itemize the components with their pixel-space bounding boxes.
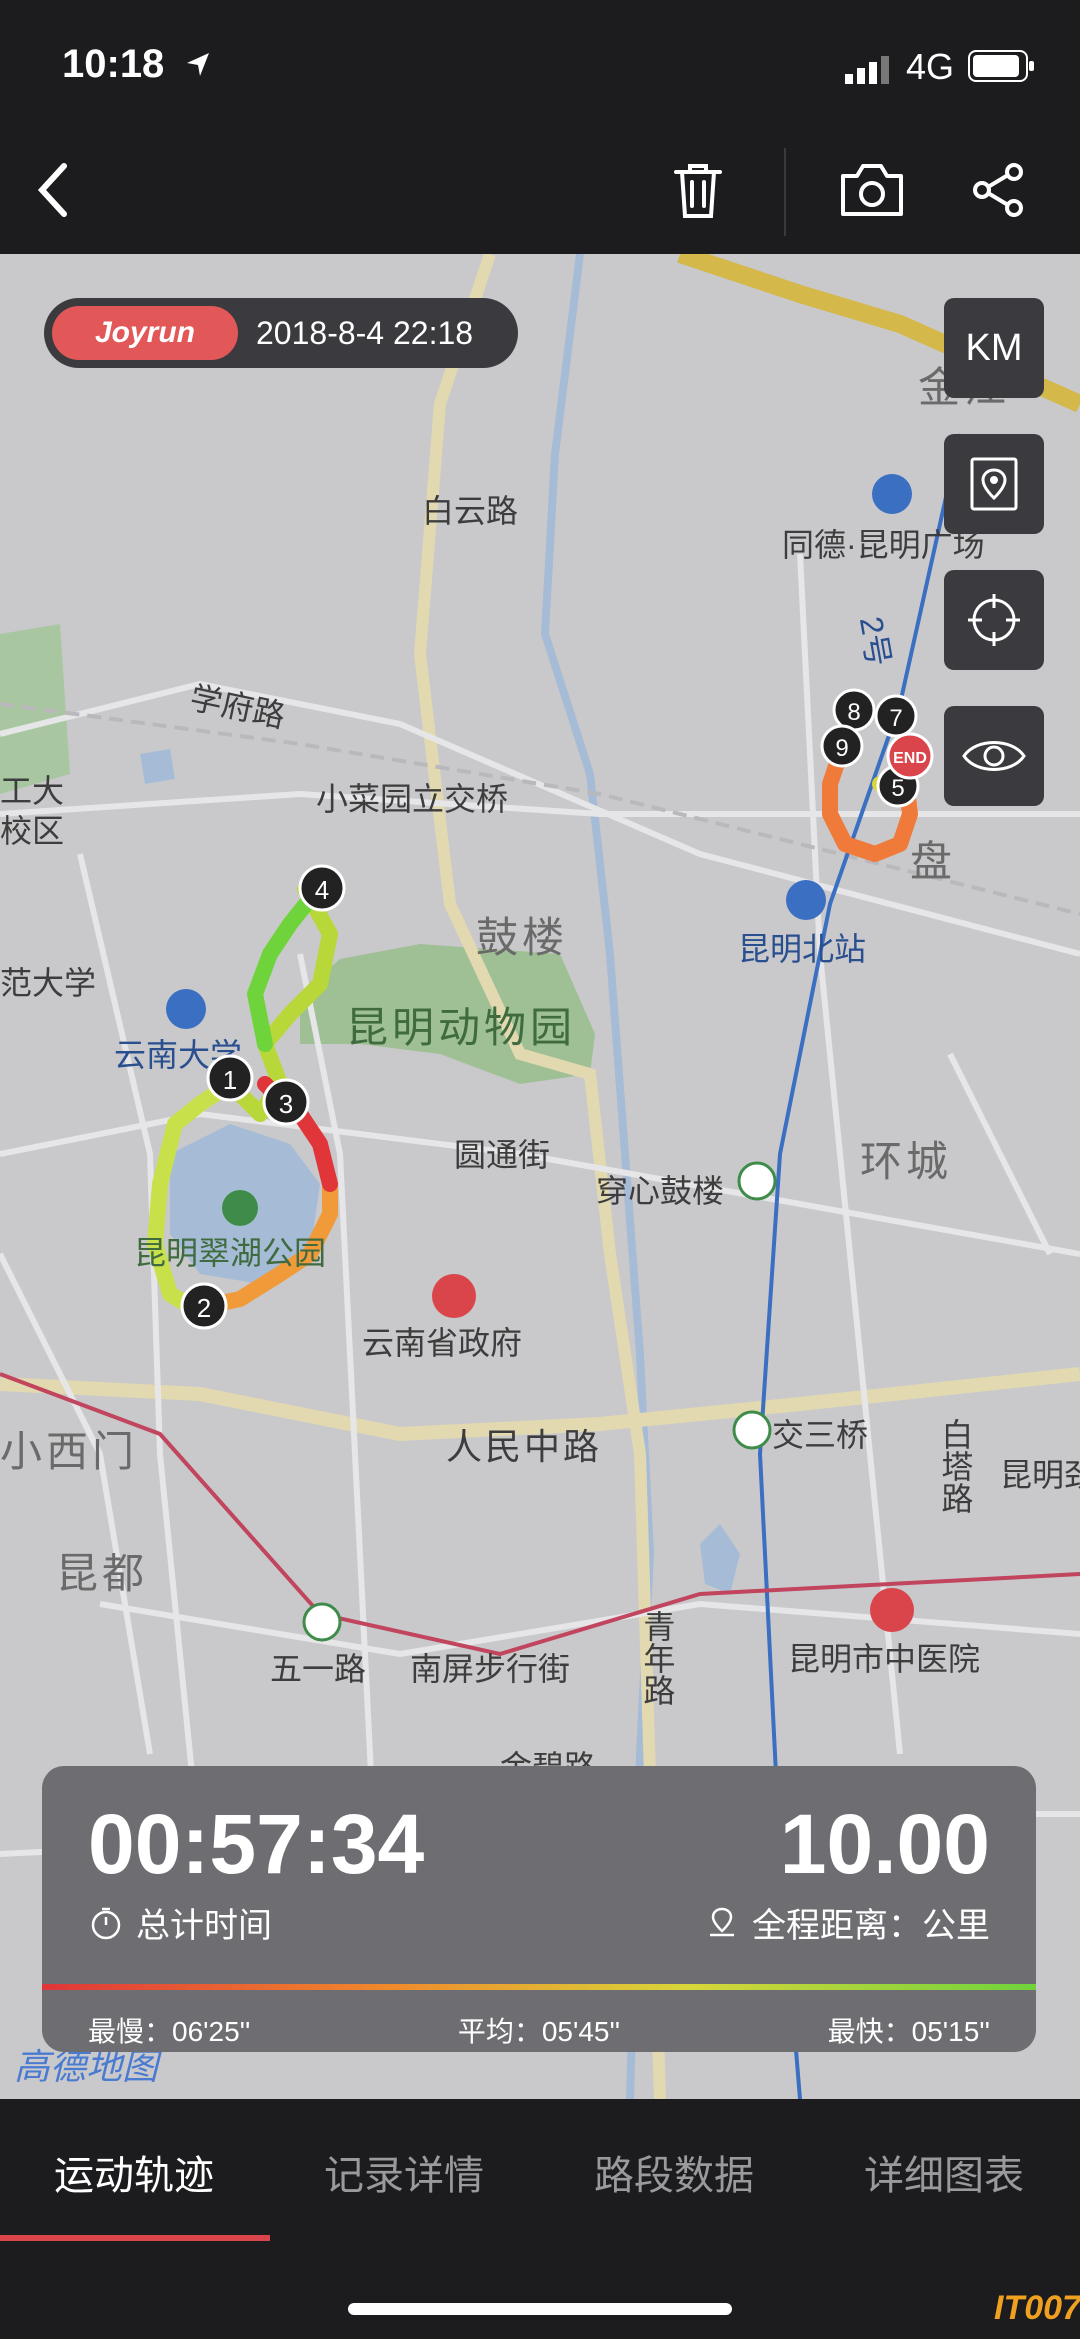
run-datetime: 2018-8-4 22:18 (256, 314, 474, 351)
visibility-toggle-button[interactable] (944, 706, 1044, 806)
marker-end[interactable]: END (886, 732, 934, 780)
svg-text:END: END (893, 750, 927, 767)
location-arrow-icon (187, 53, 209, 76)
svg-text:1: 1 (223, 1065, 237, 1095)
home-indicator[interactable] (348, 2303, 732, 2315)
tab-detailed-charts[interactable]: 详细图表 (864, 2143, 1024, 2201)
unit-toggle-button[interactable]: KM (944, 298, 1044, 398)
camera-icon (841, 164, 903, 216)
signal-icon (845, 56, 889, 84)
bottom-tab-bar: 运动轨迹 记录详情 路段数据 详细图表 IT007 (0, 2099, 1080, 2339)
chevron-left-icon (37, 163, 67, 217)
svg-text:8: 8 (847, 699, 860, 726)
toolbar-divider (784, 148, 786, 236)
map-type-button[interactable] (944, 434, 1044, 534)
svg-text:7: 7 (889, 705, 902, 732)
status-time: 10:18 (62, 42, 165, 86)
watermark: IT007 (994, 2289, 1080, 2327)
marker-8[interactable]: 8 (832, 688, 876, 732)
toolbar (0, 130, 1080, 254)
screenshot-button[interactable] (832, 150, 912, 230)
duration-label: 总计时间 (136, 1907, 272, 1945)
status-bar: 10:18 4G (0, 0, 1080, 130)
run-date-pill: Joyrun 2018-8-4 22:18 (44, 298, 518, 368)
joyrun-logo: Joyrun (52, 306, 238, 360)
distance-label: 全程距离：公里 (752, 1907, 990, 1945)
svg-text:3: 3 (279, 1089, 293, 1119)
network-type: 4G (906, 46, 955, 87)
location-distance-icon (710, 1907, 734, 1936)
tab-track[interactable]: 运动轨迹 (54, 2143, 214, 2201)
locate-button[interactable] (944, 570, 1044, 670)
trash-icon (674, 164, 722, 218)
total-duration: 00:57:34 (88, 1797, 425, 1891)
marker-4[interactable]: 4 (298, 864, 346, 912)
crosshair-icon (968, 594, 1020, 646)
slowest-pace: 最慢：06'25'' (88, 2016, 251, 2047)
share-icon (973, 163, 1023, 217)
pace-gradient-bar (42, 1984, 1036, 1990)
pace-row: 最慢：06'25'' 平均：05'45'' 最快：05'15'' (88, 2010, 990, 2050)
marker-2[interactable]: 2 (180, 1282, 228, 1330)
tab-record-details[interactable]: 记录详情 (324, 2143, 484, 2201)
delete-button[interactable] (658, 150, 738, 230)
marker-3[interactable]: 3 (262, 1078, 310, 1126)
active-tab-indicator (0, 2235, 270, 2241)
tab-segment-data[interactable]: 路段数据 (594, 2143, 754, 2201)
svg-text:9: 9 (835, 735, 848, 762)
map-pin-icon (970, 457, 1018, 511)
share-button[interactable] (958, 150, 1038, 230)
fastest-pace: 最快：05'15'' (827, 2016, 990, 2047)
duration-label-row: 总计时间 (88, 1898, 272, 1947)
eye-icon (962, 741, 1026, 771)
marker-9[interactable]: 9 (820, 724, 864, 768)
marker-7[interactable]: 7 (874, 694, 918, 738)
svg-text:4: 4 (315, 875, 329, 905)
total-distance: 10.00 (779, 1797, 990, 1891)
back-button[interactable] (14, 150, 94, 230)
battery-icon (968, 50, 1034, 82)
distance-label-row: 全程距离：公里 (704, 1898, 990, 1947)
run-stats-card: 00:57:34 10.00 总计时间 全程距离：公里 最慢：06'25'' 平… (42, 1766, 1036, 2052)
svg-text:5: 5 (891, 775, 904, 802)
svg-text:2: 2 (197, 1293, 211, 1323)
stopwatch-icon (91, 1907, 121, 1939)
marker-1[interactable]: 1 (206, 1054, 254, 1102)
average-pace: 平均：05'45'' (457, 2016, 621, 2047)
unit-label: KM (965, 326, 1023, 369)
